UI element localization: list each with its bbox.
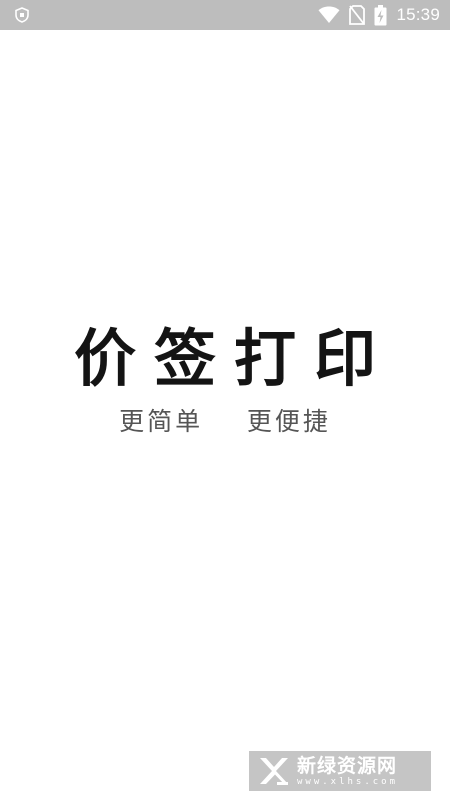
- watermark-logo-icon: [257, 754, 291, 788]
- app-title: 价签打印: [73, 322, 394, 395]
- no-sim-icon: [349, 5, 366, 25]
- watermark: 新绿资源网 www.xlhs.com: [249, 751, 431, 791]
- status-icons: 15:39: [318, 0, 440, 30]
- splash-screen: 15:39 价签打印 更简单 更便捷 新绿资源网 www.xlhs.com: [0, 0, 450, 800]
- battery-charging-icon: [374, 4, 387, 26]
- app-slogan: 更简单 更便捷: [119, 407, 331, 436]
- watermark-text: 新绿资源网 www.xlhs.com: [297, 755, 398, 788]
- status-bar: 15:39: [0, 0, 450, 30]
- watermark-title: 新绿资源网: [297, 754, 398, 777]
- status-time: 15:39: [396, 5, 440, 24]
- wifi-icon: [318, 6, 340, 24]
- shield-icon: [14, 7, 30, 23]
- watermark-url: www.xlhs.com: [297, 776, 399, 787]
